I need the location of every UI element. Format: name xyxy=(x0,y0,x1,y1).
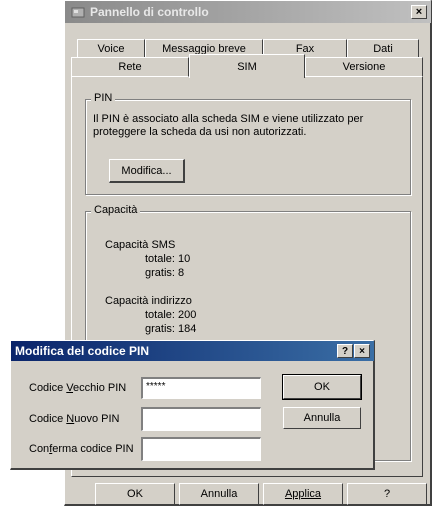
close-button[interactable]: × xyxy=(411,5,427,19)
new-pin-label: Codice Nuovo PIN xyxy=(29,413,120,425)
sms-total: totale: 10 xyxy=(145,253,191,265)
old-pin-field[interactable]: ***** xyxy=(141,377,261,399)
close-icon: × xyxy=(359,345,365,357)
dialog-title: Modifica del codice PIN xyxy=(15,344,150,358)
help-button[interactable]: ? xyxy=(347,483,427,505)
dialog-help-button[interactable]: ? xyxy=(337,344,353,358)
confirm-pin-field[interactable] xyxy=(141,437,261,461)
tab-rete[interactable]: Rete xyxy=(71,57,189,77)
apply-button[interactable]: Applica xyxy=(263,483,343,505)
tab-versione[interactable]: Versione xyxy=(305,57,423,77)
old-pin-label: Codice Vecchio PIN xyxy=(29,382,127,394)
cancel-button[interactable]: Annulla xyxy=(179,483,259,505)
dialog-ok-button[interactable]: OK xyxy=(282,374,362,400)
control-panel-icon xyxy=(71,5,85,19)
tab-voice[interactable]: Voice xyxy=(77,39,145,57)
confirm-pin-label: Conferma codice PIN xyxy=(29,443,134,455)
modify-pin-button[interactable]: Modifica... xyxy=(109,159,185,183)
pin-description-line1: Il PIN è associato alla scheda SIM e vie… xyxy=(93,113,364,125)
tab-sim[interactable]: SIM xyxy=(189,54,305,78)
help-icon: ? xyxy=(341,345,349,357)
pin-description-line2: proteggere la scheda da usi non autorizz… xyxy=(93,126,307,138)
dialog-close-button[interactable]: × xyxy=(354,344,370,358)
pin-group-label: PIN xyxy=(91,92,116,104)
capacity-group-label: Capacità xyxy=(91,204,141,216)
dialog-cancel-button[interactable]: Annulla xyxy=(283,407,361,429)
ok-button[interactable]: OK xyxy=(95,483,175,505)
dialog-title-bar: Modifica del codice PIN xyxy=(11,341,374,361)
address-free: gratis: 184 xyxy=(145,323,197,335)
change-pin-dialog: Modifica del codice PIN ? × Codice Vecch… xyxy=(10,340,375,470)
window-title: Pannello di controllo xyxy=(90,5,209,19)
address-capacity-title: Capacità indirizzo xyxy=(105,295,192,307)
title-bar: Pannello di controllo xyxy=(65,1,431,23)
close-icon: × xyxy=(415,6,423,18)
tab-dati[interactable]: Dati xyxy=(347,39,419,57)
sms-capacity-title: Capacità SMS xyxy=(105,239,176,251)
sms-free: gratis: 8 xyxy=(145,267,185,279)
new-pin-field[interactable] xyxy=(141,407,261,431)
address-total: totale: 200 xyxy=(145,309,197,321)
